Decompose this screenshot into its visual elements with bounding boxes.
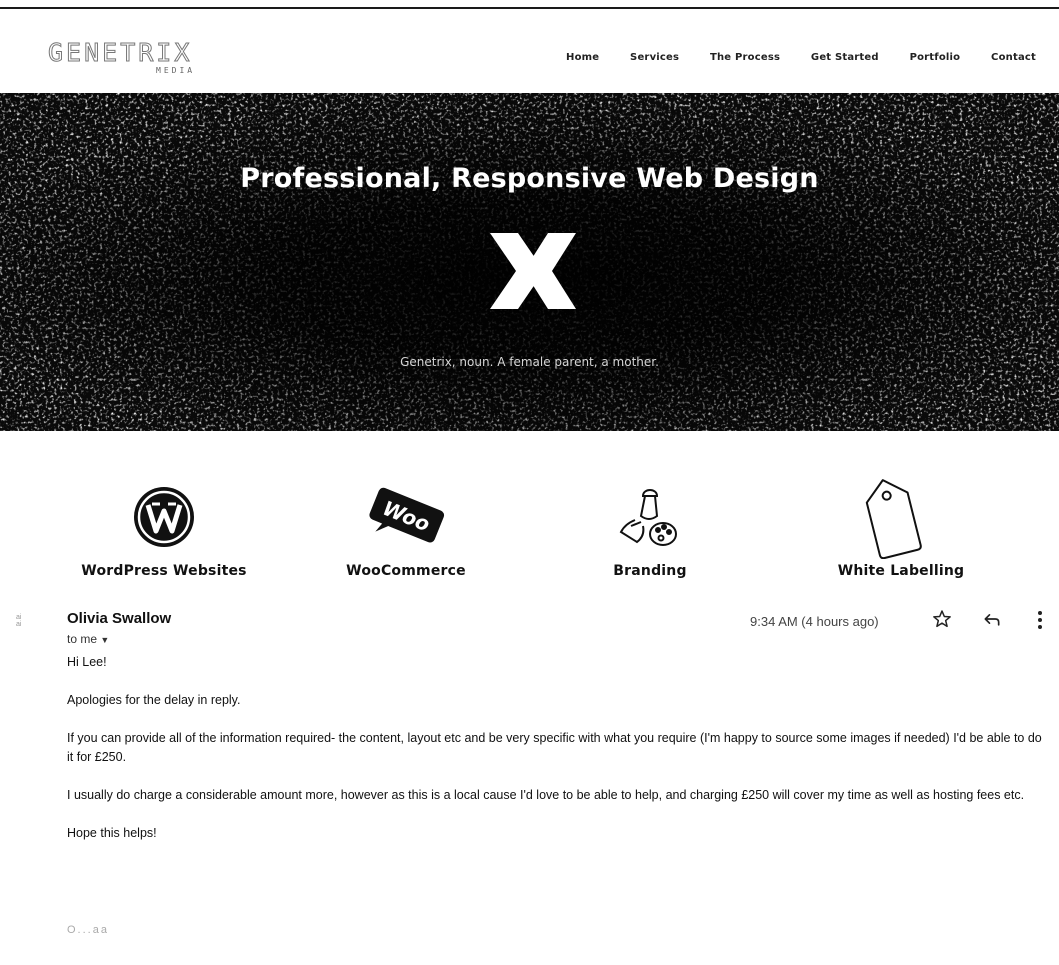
email-signature: O...aa — [67, 924, 109, 936]
branding-icon — [550, 471, 750, 563]
hero-tagline: Genetrix, noun. A female parent, a mothe… — [400, 355, 659, 369]
hero-title: Professional, Responsive Web Design — [240, 163, 819, 194]
recipient-label: to me — [67, 632, 98, 646]
main-nav: Home Services The Process Get Started Po… — [566, 52, 1036, 63]
nav-the-process[interactable]: The Process — [710, 52, 780, 63]
service-label: Branding — [613, 563, 687, 579]
email-recipient-dropdown[interactable]: to me ▼ — [67, 632, 109, 646]
more-options-button[interactable] — [1034, 609, 1046, 636]
nav-portfolio[interactable]: Portfolio — [910, 52, 961, 63]
logo-text: GENETRIX — [48, 38, 193, 68]
service-label: White Labelling — [837, 563, 965, 579]
genetrix-x-logo-icon — [490, 233, 576, 309]
service-label: WordPress Websites — [81, 563, 247, 579]
reply-icon — [984, 614, 1000, 626]
star-button[interactable] — [932, 609, 952, 634]
star-icon — [933, 610, 951, 628]
hero-banner: Professional, Responsive Web Design Gene… — [0, 93, 1059, 431]
nav-contact[interactable]: Contact — [991, 52, 1036, 63]
service-woocommerce[interactable]: Woo WooCommerce — [306, 471, 506, 579]
top-border — [0, 7, 1059, 9]
email-body: Hi Lee! Apologies for the delay in reply… — [67, 653, 1042, 843]
email-paragraph: Apologies for the delay in reply. — [67, 693, 241, 707]
email-greeting: Hi Lee! — [67, 655, 107, 669]
tag-icon — [792, 471, 992, 563]
sender-avatar[interactable]: ai ai — [16, 614, 21, 628]
nav-services[interactable]: Services — [630, 52, 679, 63]
email-paragraph: Hope this helps! — [67, 826, 157, 840]
chevron-down-icon: ▼ — [100, 635, 110, 645]
service-label: WooCommerce — [346, 563, 466, 579]
nav-get-started[interactable]: Get Started — [811, 52, 879, 63]
service-white-labelling[interactable]: White Labelling — [792, 471, 992, 579]
reply-button[interactable] — [982, 609, 1002, 634]
site-logo[interactable]: GENETRIX MEDIA — [48, 38, 208, 82]
more-vert-icon — [1038, 611, 1042, 629]
logo-subtitle: MEDIA — [156, 66, 196, 75]
woo-icon: Woo — [306, 471, 506, 563]
email-paragraph: I usually do charge a considerable amoun… — [67, 788, 1025, 802]
nav-home[interactable]: Home — [566, 52, 599, 63]
email-timestamp: 9:34 AM (4 hours ago) — [750, 614, 879, 629]
email-sender[interactable]: Olivia Swallow — [67, 610, 171, 627]
service-wordpress[interactable]: WordPress Websites — [64, 471, 264, 579]
email-paragraph: If you can provide all of the informatio… — [67, 731, 1042, 764]
service-branding[interactable]: Branding — [550, 471, 750, 579]
wordpress-icon — [64, 471, 264, 563]
